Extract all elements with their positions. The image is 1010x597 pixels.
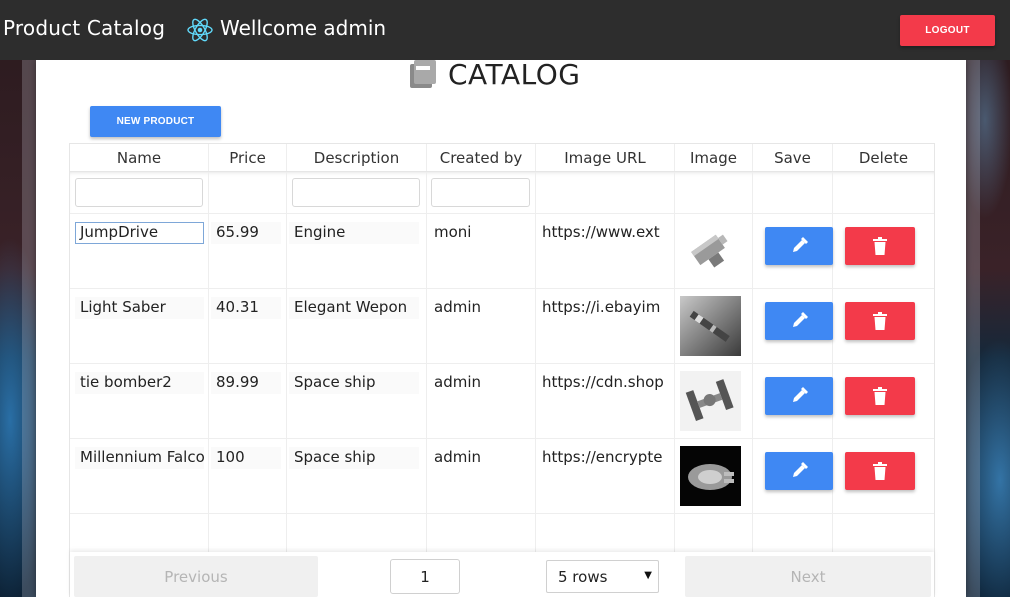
- filter-cell: [833, 172, 934, 213]
- delete-button[interactable]: [845, 377, 915, 415]
- table-header: Name Price Description Created by Image …: [70, 144, 934, 172]
- filter-description-input[interactable]: [292, 178, 420, 207]
- name-field[interactable]: JumpDrive: [75, 222, 204, 244]
- table-row: Millennium Falco 100 Space ship admin ht…: [70, 439, 934, 514]
- save-button[interactable]: [765, 227, 833, 265]
- column-header-image-url[interactable]: Image URL: [536, 144, 675, 171]
- filter-cell: [287, 172, 427, 213]
- column-header-created-by[interactable]: Created by: [427, 144, 536, 171]
- pagination-bar: Previous 1 5 rows ▼ Next: [70, 552, 934, 597]
- catalog-heading: CATALOG: [408, 56, 580, 92]
- column-header-image[interactable]: Image: [675, 144, 753, 171]
- price-field[interactable]: 100: [211, 447, 281, 469]
- side-panel-left: [22, 60, 36, 597]
- image-url-field[interactable]: https://www.ext: [542, 222, 674, 244]
- column-header-price[interactable]: Price: [209, 144, 287, 171]
- catalog-icon: [410, 60, 436, 88]
- pencil-icon: [793, 312, 808, 327]
- welcome-text: Wellcome admin: [220, 16, 387, 40]
- table-row: Light Saber 40.31 Elegant Wepon admin ht…: [70, 289, 934, 364]
- pencil-icon: [793, 237, 808, 252]
- delete-button[interactable]: [845, 302, 915, 340]
- created-by-field[interactable]: admin: [429, 372, 529, 394]
- name-field[interactable]: Light Saber: [75, 297, 204, 319]
- column-header-save[interactable]: Save: [753, 144, 833, 171]
- logout-button[interactable]: LOGOUT: [900, 15, 995, 46]
- price-field[interactable]: 65.99: [211, 222, 281, 244]
- column-header-description[interactable]: Description: [287, 144, 427, 171]
- next-button[interactable]: Next: [685, 556, 931, 597]
- previous-button[interactable]: Previous: [74, 556, 318, 597]
- description-field[interactable]: Space ship: [289, 372, 419, 394]
- table-row: JumpDrive 65.99 Engine moni https://www.…: [70, 214, 934, 289]
- delete-button[interactable]: [845, 227, 915, 265]
- trash-icon: [873, 462, 887, 480]
- price-field[interactable]: 89.99: [211, 372, 281, 394]
- products-table: Name Price Description Created by Image …: [69, 143, 935, 597]
- catalog-title: CATALOG: [448, 57, 581, 91]
- react-logo-icon: [187, 18, 213, 42]
- save-button[interactable]: [765, 302, 833, 340]
- filter-created-by-input[interactable]: [431, 178, 530, 207]
- filter-cell: [753, 172, 833, 213]
- save-button[interactable]: [765, 377, 833, 415]
- image-url-field[interactable]: https://encrypte: [542, 447, 674, 469]
- pencil-icon: [793, 387, 808, 402]
- image-url-field[interactable]: https://i.ebayim: [542, 297, 674, 319]
- trash-icon: [873, 387, 887, 405]
- rows-per-page-value: 5 rows: [558, 568, 608, 586]
- created-by-field[interactable]: moni: [429, 222, 529, 244]
- image-url-field[interactable]: https://cdn.shop: [542, 372, 674, 394]
- filter-name-input[interactable]: [75, 178, 203, 207]
- created-by-field[interactable]: admin: [429, 447, 529, 469]
- delete-button[interactable]: [845, 452, 915, 490]
- filter-row: [70, 172, 934, 214]
- name-field[interactable]: Millennium Falco: [75, 447, 204, 469]
- product-image-millennium-falcon: [680, 446, 741, 506]
- page-number-input[interactable]: 1: [390, 559, 460, 594]
- product-image-light-saber: [680, 296, 741, 356]
- save-button[interactable]: [765, 452, 833, 490]
- caret-down-icon: ▼: [644, 570, 652, 581]
- rows-per-page-select[interactable]: 5 rows ▼: [546, 560, 659, 593]
- filter-cell: [70, 172, 209, 213]
- filter-cell: [675, 172, 753, 213]
- name-field[interactable]: tie bomber2: [75, 372, 204, 394]
- column-header-name[interactable]: Name: [70, 144, 209, 171]
- side-panel-right: [966, 60, 980, 597]
- description-field[interactable]: Space ship: [289, 447, 419, 469]
- filter-cell: [536, 172, 675, 213]
- product-image-jumpdrive: [680, 221, 741, 281]
- column-header-delete[interactable]: Delete: [833, 144, 934, 171]
- brand-title[interactable]: Product Catalog: [3, 16, 165, 40]
- trash-icon: [873, 237, 887, 255]
- description-field[interactable]: Elegant Wepon: [289, 297, 419, 319]
- price-field[interactable]: 40.31: [211, 297, 281, 319]
- product-image-tie-bomber: [680, 371, 741, 431]
- description-field[interactable]: Engine: [289, 222, 419, 244]
- table-row: tie bomber2 89.99 Space ship admin https…: [70, 364, 934, 439]
- trash-icon: [873, 312, 887, 330]
- filter-cell: [427, 172, 536, 213]
- top-navbar: Product Catalog Wellcome admin LOGOUT: [0, 0, 1010, 60]
- filter-cell: [209, 172, 287, 213]
- created-by-field[interactable]: admin: [429, 297, 529, 319]
- new-product-button[interactable]: NEW PRODUCT: [90, 106, 221, 137]
- pencil-icon: [793, 462, 808, 477]
